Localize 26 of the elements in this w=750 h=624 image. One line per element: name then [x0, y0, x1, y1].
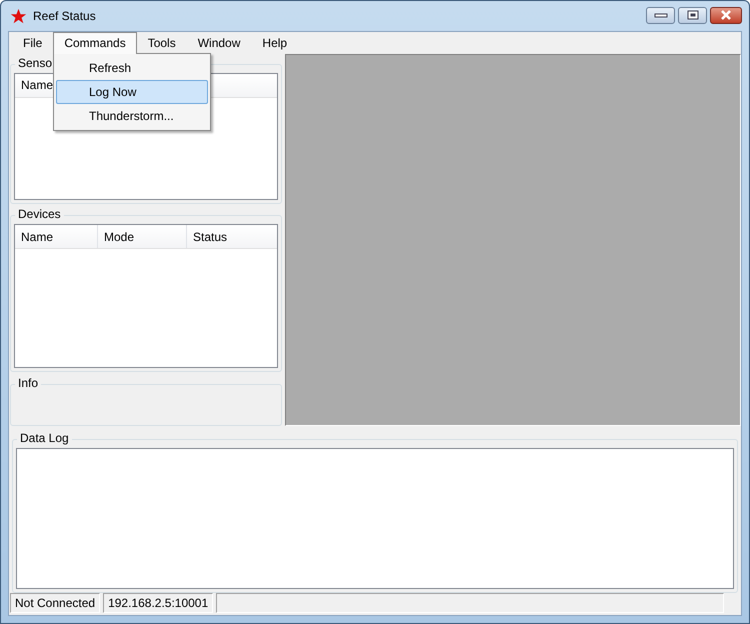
menu-item[interactable]: File — [12, 32, 54, 54]
column-header[interactable]: Status — [187, 225, 277, 248]
restore-icon — [686, 10, 698, 20]
window-title: Reef Status — [33, 9, 96, 23]
device-list[interactable]: Name Mode Status — [14, 224, 278, 368]
status-panel: 192.168.2.5:10001 — [103, 593, 214, 613]
column-header[interactable]: Name — [15, 225, 98, 248]
group-label: Senso — [15, 56, 56, 70]
group-label: Info — [15, 376, 42, 390]
menu-item[interactable]: Help — [251, 32, 298, 54]
star-icon — [10, 8, 27, 24]
close-icon — [720, 10, 732, 20]
minimize-icon — [654, 11, 668, 19]
group-label: Data Log — [17, 430, 72, 445]
menu-item[interactable]: Commands — [53, 32, 137, 54]
group-label: Devices — [15, 207, 64, 222]
dropdown-item[interactable]: Log Now — [56, 80, 208, 104]
menu-item[interactable]: Window — [186, 32, 252, 54]
close-button[interactable] — [710, 6, 742, 24]
minimize-button[interactable] — [646, 6, 675, 24]
column-header[interactable]: Name — [15, 74, 56, 97]
dropdown-item[interactable]: Thunderstorm... — [56, 104, 208, 128]
status-panel: Not Connected — [10, 593, 100, 613]
column-header[interactable]: Mode — [98, 225, 187, 248]
maximize-button[interactable] — [678, 6, 707, 24]
menu-item[interactable]: Tools — [136, 32, 187, 54]
